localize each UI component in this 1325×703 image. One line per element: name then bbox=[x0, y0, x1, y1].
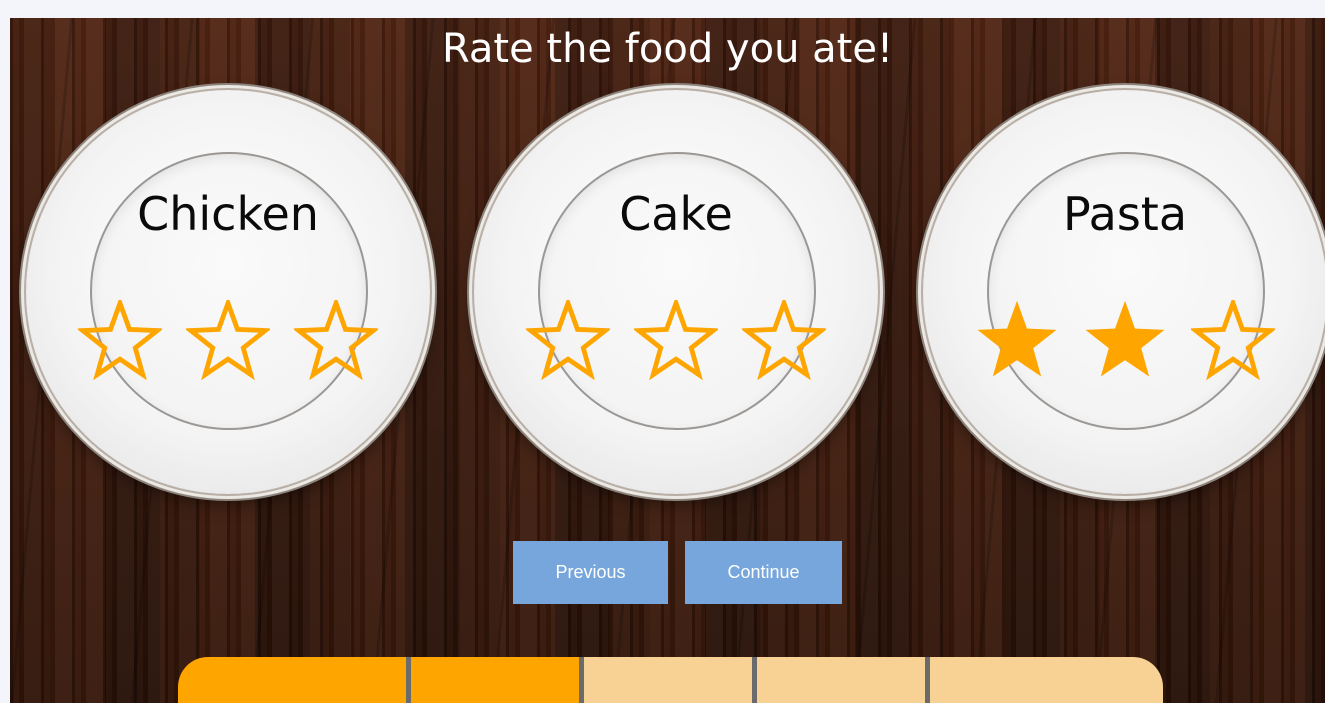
star-outline-icon[interactable] bbox=[634, 300, 718, 380]
food-name: Chicken bbox=[137, 187, 319, 241]
star-outline-icon[interactable] bbox=[294, 300, 378, 380]
progress-segment bbox=[752, 657, 926, 703]
star-rating bbox=[526, 300, 826, 380]
plate-cake: Cake bbox=[474, 90, 878, 494]
progress-segment bbox=[178, 657, 406, 703]
star-rating bbox=[78, 300, 378, 380]
star-rating bbox=[975, 300, 1275, 380]
star-filled-icon[interactable] bbox=[975, 300, 1059, 380]
progress-segment bbox=[925, 657, 1163, 703]
star-outline-icon[interactable] bbox=[186, 300, 270, 380]
progress-segment bbox=[405, 657, 579, 703]
star-outline-icon[interactable] bbox=[78, 300, 162, 380]
progress-segment bbox=[578, 657, 753, 703]
plate-chicken: Chicken bbox=[26, 90, 430, 494]
previous-button[interactable]: Previous bbox=[513, 541, 668, 604]
page-title: Rate the food you ate! bbox=[442, 26, 893, 72]
progress-bar bbox=[178, 657, 1163, 703]
star-outline-icon[interactable] bbox=[1191, 300, 1275, 380]
star-outline-icon[interactable] bbox=[526, 300, 610, 380]
plate-pasta: Pasta bbox=[923, 90, 1325, 494]
continue-button[interactable]: Continue bbox=[685, 541, 842, 604]
star-filled-icon[interactable] bbox=[1083, 300, 1167, 380]
wood-table-background: Rate the food you ate! Chicken Cake Past… bbox=[10, 18, 1325, 703]
food-name: Pasta bbox=[1062, 187, 1188, 241]
food-name: Cake bbox=[619, 187, 733, 241]
star-outline-icon[interactable] bbox=[742, 300, 826, 380]
